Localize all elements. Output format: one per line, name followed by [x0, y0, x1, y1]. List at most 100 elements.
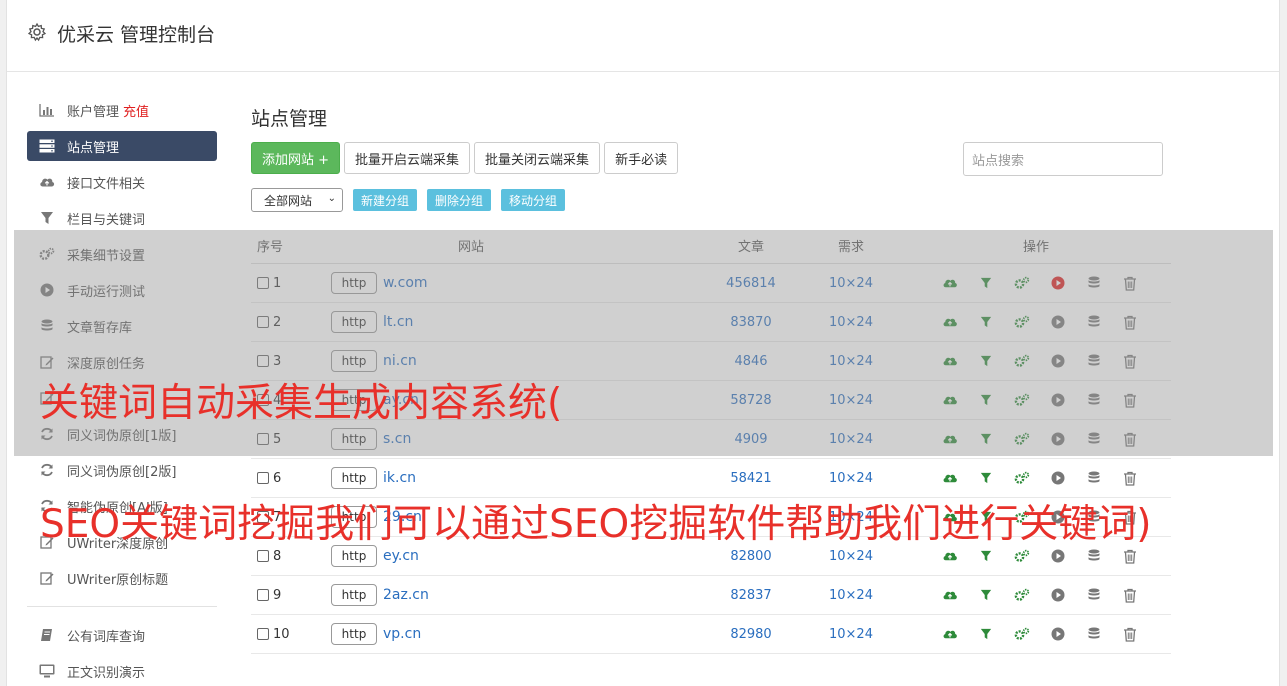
- filter-icon[interactable]: [977, 586, 995, 604]
- database-icon[interactable]: [1085, 586, 1103, 604]
- trash-icon[interactable]: [1121, 586, 1139, 604]
- protocol-badge[interactable]: http: [331, 467, 377, 489]
- sidebar-item-text-recognition[interactable]: 正文识别演示: [27, 653, 217, 686]
- sidebar-item-uwriter-title[interactable]: UWriter原创标题: [27, 560, 217, 596]
- table-row: 10 http vp.cn 82980 10×24: [251, 615, 1171, 654]
- filter-icon[interactable]: [977, 625, 995, 643]
- cloud-upload-icon: [39, 174, 55, 190]
- cogs-icon[interactable]: [1013, 586, 1031, 604]
- protocol-badge[interactable]: http: [331, 623, 377, 645]
- demand-value[interactable]: 10×24: [801, 588, 901, 603]
- sidebar-item-public-lexicon[interactable]: 公有词库查询: [27, 617, 217, 653]
- site-link[interactable]: 2az.cn: [383, 587, 429, 603]
- watermark-line-2: SEO关键词挖掘我们可以通过SEO挖掘软件帮助我们进行关键词): [40, 502, 1152, 547]
- row-site-cell: http vp.cn: [331, 623, 701, 645]
- row-ops: [901, 625, 1171, 643]
- row-ops: [901, 586, 1171, 604]
- sidebar-item-label: 公有词库查询: [67, 629, 146, 645]
- beginner-guide-button[interactable]: 新手必读: [604, 142, 679, 174]
- database-icon[interactable]: [1085, 625, 1103, 643]
- refresh-icon: [39, 462, 55, 478]
- batch-enable-button[interactable]: 批量开启云端采集: [344, 142, 471, 174]
- cloud-upload-icon[interactable]: [941, 469, 959, 487]
- delete-group-button[interactable]: 删除分组: [427, 189, 492, 211]
- book-icon: [39, 627, 55, 643]
- trash-icon[interactable]: [1121, 547, 1139, 565]
- play-circle-icon[interactable]: [1049, 547, 1067, 565]
- row-number: 10: [273, 626, 290, 642]
- demand-value[interactable]: 10×24: [801, 627, 901, 642]
- filter-icon[interactable]: [977, 469, 995, 487]
- bar-chart-icon: [39, 102, 55, 118]
- article-count[interactable]: 82837: [701, 588, 801, 603]
- play-circle-icon[interactable]: [1049, 469, 1067, 487]
- chevron-down-icon: ⌄: [327, 193, 336, 204]
- row-checkbox[interactable]: [257, 550, 269, 562]
- row-number: 9: [273, 587, 282, 603]
- move-group-button[interactable]: 移动分组: [501, 189, 566, 211]
- demand-value[interactable]: 10×24: [801, 549, 901, 564]
- trash-icon[interactable]: [1121, 625, 1139, 643]
- watermark-line-1: 关键词自动采集生成内容系统(: [40, 381, 563, 426]
- trash-icon[interactable]: [1121, 469, 1139, 487]
- cloud-upload-icon[interactable]: [941, 547, 959, 565]
- article-count[interactable]: 82800: [701, 549, 801, 564]
- sidebar-item-label: UWriter原创标题: [67, 572, 169, 588]
- article-count[interactable]: 82980: [701, 627, 801, 642]
- cogs-icon[interactable]: [1013, 625, 1031, 643]
- site-link[interactable]: ey.cn: [383, 548, 419, 564]
- filter-icon[interactable]: [977, 547, 995, 565]
- main-content: 站点管理 添加网站 + 批量开启云端采集 批量关闭云端采集 新手必读 站点搜索 …: [251, 92, 1171, 654]
- sidebar-item-synonym-v2[interactable]: 同义词伪原创[2版]: [27, 452, 217, 488]
- page-title: 站点管理: [251, 108, 328, 130]
- app-title: 优采云 管理控制台: [57, 24, 216, 46]
- article-count[interactable]: 58421: [701, 471, 801, 486]
- row-site-cell: http ik.cn: [331, 467, 701, 489]
- new-group-button[interactable]: 新建分组: [353, 189, 418, 211]
- database-icon[interactable]: [1085, 469, 1103, 487]
- row-no-cell: 8: [251, 549, 331, 564]
- row-checkbox[interactable]: [257, 628, 269, 640]
- row-no-cell: 10: [251, 627, 331, 642]
- table-row: 9 http 2az.cn 82837 10×24: [251, 576, 1171, 615]
- row-checkbox[interactable]: [257, 589, 269, 601]
- sidebar-item-interface[interactable]: 接口文件相关: [27, 164, 217, 200]
- sidebar-item-label: 同义词伪原创[2版]: [67, 464, 177, 480]
- batch-disable-button[interactable]: 批量关闭云端采集: [474, 142, 601, 174]
- gear-icon: [27, 22, 47, 42]
- group-select-value: 全部网站: [264, 193, 313, 208]
- sidebar-item-sites[interactable]: 站点管理: [27, 131, 217, 161]
- row-site-cell: http 2az.cn: [331, 584, 701, 606]
- row-no-cell: 9: [251, 588, 331, 603]
- row-checkbox[interactable]: [257, 472, 269, 484]
- site-search-input[interactable]: 站点搜索: [963, 142, 1163, 176]
- sidebar-item-label: 正文识别演示: [67, 665, 146, 681]
- group-select[interactable]: 全部网站 ⌄: [251, 188, 343, 212]
- cogs-icon[interactable]: [1013, 469, 1031, 487]
- sidebar-divider: [27, 606, 217, 607]
- edit-icon: [39, 570, 55, 586]
- cogs-icon[interactable]: [1013, 547, 1031, 565]
- row-number: 6: [273, 470, 282, 486]
- site-link[interactable]: vp.cn: [383, 626, 421, 642]
- row-ops: [901, 547, 1171, 565]
- server-icon: [39, 138, 55, 154]
- recharge-link[interactable]: 充值: [123, 101, 149, 120]
- protocol-badge[interactable]: http: [331, 584, 377, 606]
- add-site-button[interactable]: 添加网站 +: [251, 142, 341, 174]
- sidebar-item-label: 账户管理: [67, 104, 120, 120]
- site-link[interactable]: ik.cn: [383, 470, 416, 486]
- sidebar-item-account[interactable]: 账户管理 充值: [27, 92, 217, 128]
- play-circle-icon[interactable]: [1049, 586, 1067, 604]
- demand-value[interactable]: 10×24: [801, 471, 901, 486]
- group-controls: 全部网站 ⌄ 新建分组 删除分组 移动分组: [251, 188, 566, 212]
- cloud-upload-icon[interactable]: [941, 586, 959, 604]
- monitor-icon: [39, 663, 55, 679]
- database-icon[interactable]: [1085, 547, 1103, 565]
- row-no-cell: 6: [251, 471, 331, 486]
- filter-icon: [39, 210, 55, 226]
- play-circle-icon[interactable]: [1049, 625, 1067, 643]
- toolbar: 添加网站 + 批量开启云端采集 批量关闭云端采集 新手必读: [251, 142, 679, 174]
- sidebar-item-label: 栏目与关键词: [67, 212, 146, 228]
- cloud-upload-icon[interactable]: [941, 625, 959, 643]
